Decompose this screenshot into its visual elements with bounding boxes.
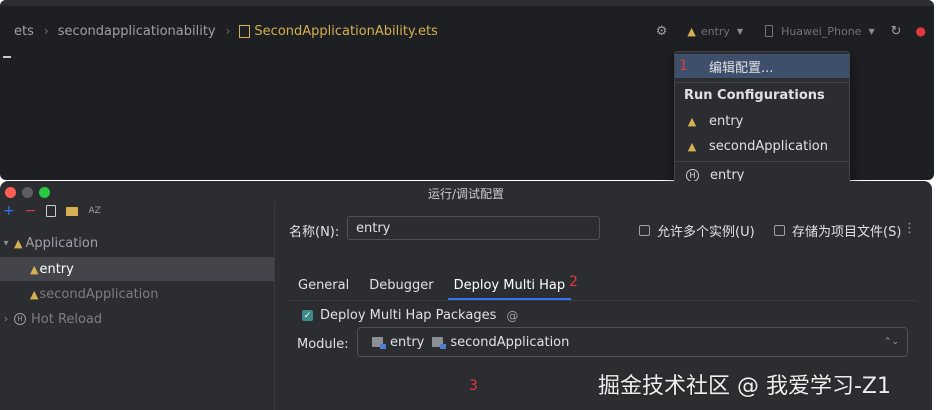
tab-debugger[interactable]: Debugger	[369, 270, 433, 300]
editor-text-cursor	[3, 56, 11, 58]
add-icon[interactable]: +	[3, 203, 15, 219]
module-chip-entry: entry	[372, 335, 424, 350]
panel-divider	[274, 203, 275, 410]
tree-group-application[interactable]: ▾ ▲ Application	[0, 231, 274, 255]
settings-gear-icon[interactable]: ⚙	[656, 24, 668, 39]
app-icon: ▲	[14, 236, 23, 250]
tree-toolbar: + − AZ	[3, 203, 111, 219]
dialog-title: 运行/调试配置	[427, 187, 505, 201]
app-icon: ▲	[687, 139, 697, 153]
edit-configurations-item[interactable]: 1 编辑配置...	[675, 54, 849, 78]
popup-divider	[675, 82, 849, 83]
annotation-marker-2: 2	[569, 274, 578, 290]
module-icon	[432, 337, 447, 349]
module-chip-label: entry	[390, 334, 425, 350]
deploy-packages-label: Deploy Multi Hap Packages	[320, 308, 497, 323]
module-icon	[372, 337, 386, 349]
stop-icon[interactable]: ●	[916, 24, 926, 38]
app-icon: ▲	[687, 24, 696, 38]
tab-underline	[290, 300, 917, 301]
help-icon[interactable]: @	[506, 309, 518, 323]
checkbox-checked-icon: ✓	[302, 310, 313, 321]
breadcrumb-file[interactable]: SecondApplicationAbility.ets	[254, 24, 437, 39]
chevron-up-down-icon: ⌃⌄	[883, 337, 899, 347]
config-tabs: General Debugger Deploy Multi Hap	[298, 270, 585, 300]
app-icon: ▲	[687, 114, 697, 128]
run-config-label: entry	[700, 24, 730, 38]
sort-icon[interactable]: AZ	[88, 206, 100, 216]
tree-group-label: Hot Reload	[31, 311, 103, 327]
chevron-down-icon: ▼	[868, 26, 875, 36]
name-input-value: entry	[356, 220, 391, 236]
run-configurations-header: Run Configurations	[684, 88, 825, 103]
tab-general[interactable]: General	[298, 270, 349, 300]
chevron-right-icon: ›	[4, 313, 8, 325]
more-options-icon[interactable]: ⋮	[903, 221, 916, 236]
phone-icon	[765, 25, 774, 37]
chevron-down-icon: ▼	[736, 26, 744, 36]
remove-icon[interactable]: −	[25, 203, 37, 219]
popup-divider	[675, 161, 849, 162]
config-tree-panel: + − AZ ▾ ▲ Application ▲ entry ▲ secondA…	[0, 203, 274, 410]
breadcrumb-secondapplicationability[interactable]: secondapplicationability	[58, 24, 216, 39]
watermark: 掘金技术社区 @ 我爱学习-Z1	[598, 374, 891, 399]
hot-reload-icon: H	[14, 313, 26, 325]
checkbox-box	[774, 225, 785, 236]
module-chip-label: secondApplication	[450, 334, 570, 350]
breadcrumb-separator: ›	[225, 24, 231, 38]
chevron-down-icon: ▾	[3, 237, 9, 249]
module-label: Module:	[297, 337, 349, 352]
popup-item-second-app[interactable]: ▲ secondApplication	[675, 134, 849, 158]
deploy-packages-checkbox[interactable]: ✓ Deploy Multi Hap Packages @	[302, 308, 518, 323]
restart-icon[interactable]: ↻	[891, 24, 902, 39]
store-as-file-label: 存储为项目文件(S)	[792, 225, 902, 240]
module-selector[interactable]: entry secondApplication ⌃⌄	[357, 327, 908, 357]
breadcrumb-separator: ›	[43, 24, 49, 38]
tree-item-label: secondApplication	[39, 286, 159, 302]
tree-group-label: Application	[25, 235, 99, 251]
tab-deploy-multi-hap[interactable]: Deploy Multi Hap	[447, 270, 571, 300]
run-config-selector[interactable]: ▲ entry ▼	[687, 25, 743, 38]
store-as-file-checkbox[interactable]: 存储为项目文件(S)	[774, 221, 901, 240]
window-top-strip	[0, 0, 934, 6]
name-input[interactable]: entry	[347, 216, 600, 240]
tree-group-hot-reload[interactable]: › H Hot Reload	[0, 307, 274, 331]
annotation-marker-3: 3	[469, 378, 478, 394]
popup-item-label: entry	[709, 113, 744, 129]
tree-item-label: entry	[39, 261, 74, 277]
checkbox-box	[639, 225, 650, 236]
popup-item-entry-app[interactable]: ▲ entry	[675, 109, 849, 133]
allow-multiple-label: 允许多个实例(U)	[657, 225, 755, 240]
toolbar-right: ⚙ ▲ entry ▼ Huawei_Phone ▼ ↻ ●	[656, 18, 934, 44]
tree-item-entry[interactable]: ▲ entry	[0, 257, 274, 281]
name-label: 名称(N):	[289, 225, 340, 240]
app-icon: ▲	[30, 287, 39, 301]
file-icon	[239, 24, 251, 38]
folder-icon[interactable]	[66, 206, 79, 216]
app-icon: ▲	[30, 262, 39, 276]
module-chip-second-application: secondApplication	[432, 335, 569, 350]
allow-multiple-checkbox[interactable]: 允许多个实例(U)	[639, 221, 755, 240]
breadcrumb-ets[interactable]: ets	[14, 24, 34, 39]
hot-reload-icon: H	[686, 168, 699, 182]
popup-item-label: secondApplication	[709, 138, 828, 154]
dialog-titlebar: 运行/调试配置	[0, 181, 932, 203]
edit-configurations-label: 编辑配置...	[709, 60, 774, 76]
device-selector[interactable]: Huawei_Phone ▼	[765, 25, 875, 38]
copy-icon[interactable]	[46, 205, 57, 217]
tree-item-second-application[interactable]: ▲ secondApplication	[0, 282, 274, 306]
editor-toolbar: ets › secondapplicationability › SecondA…	[0, 18, 934, 44]
annotation-marker-1: 1	[679, 58, 688, 74]
device-label: Huawei_Phone	[781, 24, 862, 38]
